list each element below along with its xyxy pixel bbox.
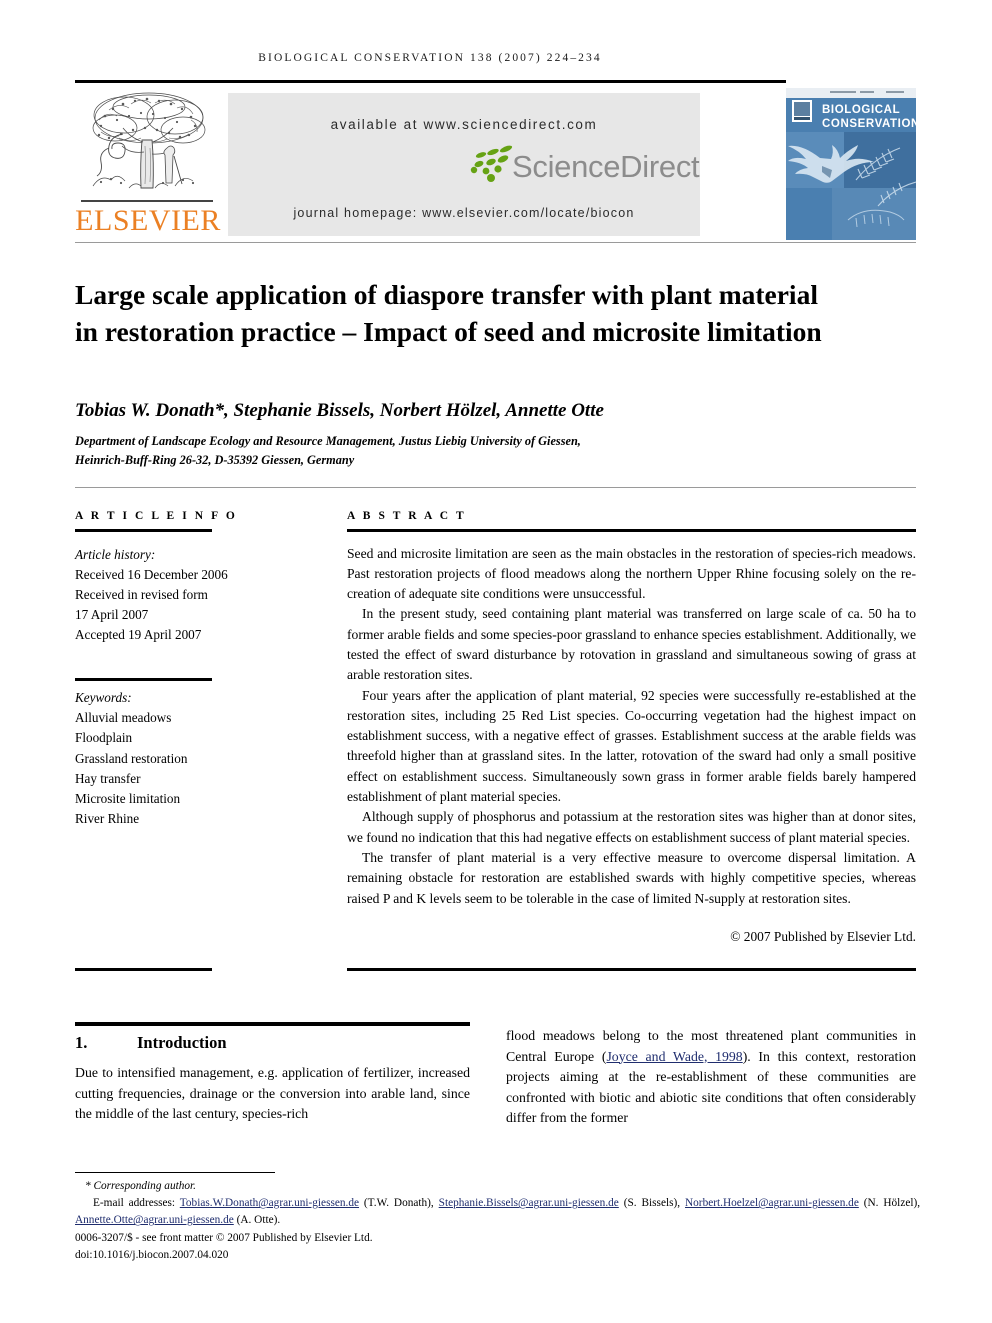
affiliation-line-2: Heinrich-Buff-Ring 26-32, D-35392 Giesse… bbox=[75, 453, 355, 467]
footnote-rule bbox=[75, 1172, 275, 1173]
keywords-top-rule bbox=[75, 678, 212, 681]
sciencedirect-logo: ScienceDirect bbox=[228, 143, 700, 195]
keyword-item: Microsite limitation bbox=[75, 791, 181, 807]
journal-homepage-text: journal homepage: www.elsevier.com/locat… bbox=[293, 206, 635, 220]
article-info-rule bbox=[75, 529, 212, 532]
keywords-label: Keywords: bbox=[75, 690, 132, 705]
citation-link-joyce-wade[interactable]: Joyce and Wade, 1998 bbox=[606, 1049, 742, 1064]
article-history-item: 17 April 2007 bbox=[75, 607, 149, 623]
introduction-right-column: flood meadows belong to the most threate… bbox=[506, 1026, 916, 1129]
journal-masthead: ELSEVIER available at www.sciencedirect.… bbox=[75, 88, 916, 240]
svg-text:CONSERVATION: CONSERVATION bbox=[822, 118, 916, 130]
affiliation-line-1: Department of Landscape Ecology and Reso… bbox=[75, 434, 581, 448]
keyword-item: Grassland restoration bbox=[75, 750, 188, 766]
abstract-paragraph: Four years after the application of plan… bbox=[347, 687, 916, 805]
elsevier-logo: ELSEVIER bbox=[75, 88, 221, 240]
article-history-label: Article history: bbox=[75, 546, 156, 562]
introduction-heading: 1. Introduction bbox=[75, 1033, 227, 1053]
section-number: 1. bbox=[75, 1033, 88, 1052]
article-history-item: Received in revised form bbox=[75, 586, 208, 602]
article-info-column: A R T I C L E I N F O Article history: R… bbox=[75, 510, 290, 826]
sciencedirect-banner: available at www.sciencedirect.com Scien… bbox=[228, 93, 700, 236]
email-owner: (A. Otte). bbox=[236, 1214, 281, 1227]
abstract-paragraph: In the present study, seed containing pl… bbox=[347, 606, 916, 683]
elsevier-logo-baseline bbox=[81, 200, 213, 202]
abstract-rule bbox=[347, 529, 916, 532]
journal-cover-art: BIOLOGICAL CONSERVATION bbox=[786, 88, 916, 240]
email-owner: (N. Hölzel), bbox=[863, 1197, 921, 1210]
keyword-item: River Rhine bbox=[75, 811, 140, 827]
article-info-bottom-rule bbox=[75, 968, 212, 971]
affiliation: Department of Landscape Ecology and Reso… bbox=[75, 432, 775, 470]
email-owner: (T.W. Donath), bbox=[363, 1197, 434, 1210]
abstract-body: Seed and microsite limitation are seen a… bbox=[347, 544, 916, 948]
paper-page: BIOLOGICAL CONSERVATION 138 (2007) 224–2… bbox=[0, 0, 992, 1323]
email-owner: (S. Bissels), bbox=[623, 1197, 681, 1210]
abstract-column: A B S T R A C T Seed and microsite limit… bbox=[347, 510, 916, 947]
paper-title: Large scale application of diaspore tran… bbox=[75, 279, 822, 348]
abstract-paragraph: Seed and microsite limitation are seen a… bbox=[347, 545, 916, 602]
sciencedirect-wordmark: ScienceDirect bbox=[512, 149, 700, 184]
section-title: Introduction bbox=[137, 1033, 227, 1052]
author-list: Tobias W. Donath*, Stephanie Bissels, No… bbox=[75, 400, 604, 421]
abstract-copyright: © 2007 Published by Elsevier Ltd. bbox=[730, 928, 916, 944]
elsevier-wordmark: ELSEVIER bbox=[75, 204, 221, 237]
email-label: E-mail addresses: bbox=[93, 1197, 176, 1210]
keyword-item: Floodplain bbox=[75, 730, 133, 746]
author-bottom-rule bbox=[75, 487, 916, 488]
elsevier-tree-icon bbox=[92, 92, 206, 189]
keywords-block: Keywords: Alluvial meadows Floodplain Gr… bbox=[75, 688, 290, 829]
keyword-item: Alluvial meadows bbox=[75, 710, 172, 726]
email-addresses-line: E-mail addresses: Tobias.W.Donath@agrar.… bbox=[75, 1195, 920, 1229]
abstract-bottom-rule bbox=[347, 968, 916, 971]
article-history-item: Accepted 19 April 2007 bbox=[75, 627, 202, 643]
abstract-paragraph: The transfer of plant material is a very… bbox=[347, 849, 916, 906]
doi-line: doi:10.1016/j.biocon.2007.04.020 bbox=[75, 1248, 229, 1261]
available-at-text: available at www.sciencedirect.com bbox=[330, 117, 598, 132]
article-info-heading: A R T I C L E I N F O bbox=[75, 510, 238, 522]
header-rule bbox=[75, 80, 786, 83]
footnote-block: * Corresponding author. E-mail addresses… bbox=[75, 1178, 920, 1264]
masthead-bottom-rule bbox=[75, 242, 916, 243]
svg-text:BIOLOGICAL: BIOLOGICAL bbox=[822, 104, 900, 116]
keyword-item: Hay transfer bbox=[75, 770, 141, 786]
issn-frontmatter-line: 0006-3207/$ - see front matter © 2007 Pu… bbox=[75, 1231, 373, 1244]
email-link[interactable]: Norbert.Hoelzel@agrar.uni-giessen.de bbox=[685, 1197, 859, 1209]
email-link[interactable]: Annette.Otte@agrar.uni-giessen.de bbox=[75, 1214, 234, 1226]
abstract-paragraph: Although supply of phosphorus and potass… bbox=[347, 809, 916, 845]
email-link[interactable]: Stephanie.Bissels@agrar.uni-giessen.de bbox=[439, 1197, 619, 1209]
article-history-item: Received 16 December 2006 bbox=[75, 566, 228, 582]
abstract-heading: A B S T R A C T bbox=[347, 510, 467, 522]
introduction-top-rule bbox=[75, 1022, 470, 1026]
running-head: BIOLOGICAL CONSERVATION 138 (2007) 224–2… bbox=[258, 52, 602, 64]
introduction-left-column: Due to intensified management, e.g. appl… bbox=[75, 1065, 470, 1122]
email-link[interactable]: Tobias.W.Donath@agrar.uni-giessen.de bbox=[180, 1197, 359, 1209]
sciencedirect-leaf-icon bbox=[470, 145, 513, 182]
corresponding-author-note: * Corresponding author. bbox=[85, 1180, 196, 1192]
journal-cover-thumbnail: BIOLOGICAL CONSERVATION bbox=[786, 88, 916, 240]
article-history: Article history: Received 16 December 20… bbox=[75, 545, 290, 646]
